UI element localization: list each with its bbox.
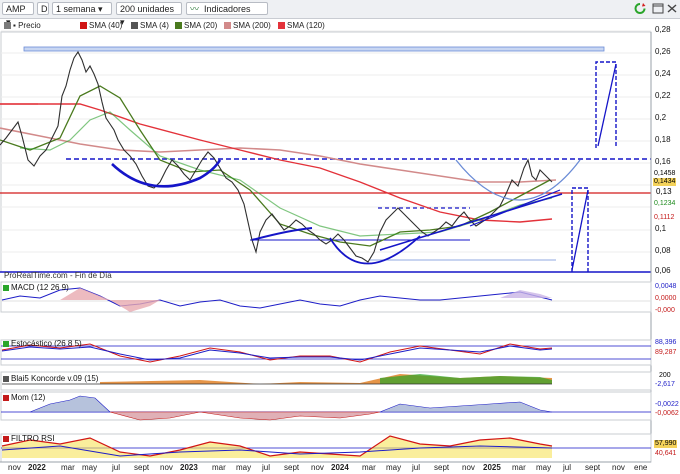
- price-axis-label: 0,06: [655, 266, 671, 275]
- koncorde-value: -2,617: [655, 381, 675, 388]
- panel-title: Mom (12): [11, 393, 46, 402]
- x-axis-label: nov: [612, 463, 625, 472]
- x-axis-label: nov: [311, 463, 324, 472]
- price-axis-label: 0,24: [655, 69, 671, 78]
- mom-title[interactable]: Mom (12): [3, 393, 45, 403]
- sma-price-tag: 0,1234: [654, 200, 676, 207]
- macd-value: 0,0000: [655, 295, 677, 302]
- x-axis-label: may: [536, 463, 552, 472]
- panel-title: MACD (12 26 9): [11, 283, 69, 292]
- x-axis-label: 2025: [483, 463, 501, 472]
- mom-value: -0,0062: [655, 410, 679, 417]
- macd-title[interactable]: MACD (12 26 9): [3, 283, 69, 293]
- koncorde-value: 200: [659, 372, 671, 379]
- x-axis-label: mar: [61, 463, 75, 472]
- price-axis-label: 0,28: [655, 25, 671, 34]
- resistance-band: [23, 46, 605, 52]
- price-axis-label: 0,2: [655, 113, 667, 122]
- mom-value: -0,0022: [655, 401, 679, 408]
- price-axis-label: 0,18: [655, 135, 671, 144]
- price-tag: 0,1458: [653, 170, 677, 178]
- x-axis-label: jul: [412, 463, 421, 472]
- x-axis-label: sept: [284, 463, 300, 472]
- x-axis-label: mar: [512, 463, 526, 472]
- panel-swatch: [3, 376, 9, 382]
- rsi-value: 57,990: [654, 440, 678, 448]
- stoch-value: 89,287: [655, 349, 677, 356]
- x-axis-label: jul: [112, 463, 121, 472]
- current-price-tag: 0,1434: [653, 178, 677, 186]
- panel-title: Blai5 Koncorde v.09 (15): [11, 374, 99, 383]
- price-axis-label: 0,16: [655, 157, 671, 166]
- x-axis-label: may: [236, 463, 252, 472]
- x-axis-label: nov: [8, 463, 21, 472]
- x-axis-label: sept: [434, 463, 450, 472]
- x-axis-label: nov: [462, 463, 475, 472]
- panel-swatch: [3, 285, 9, 291]
- price-axis-label: 0,26: [655, 47, 671, 56]
- x-axis-label: may: [82, 463, 98, 472]
- price-axis-label: 0,08: [655, 246, 671, 255]
- rsi-value: 40,641: [655, 450, 677, 457]
- panel-swatch: [3, 436, 9, 442]
- koncorde-panel: [0, 371, 652, 391]
- panel-title: FILTRO RSI: [11, 434, 55, 443]
- x-axis-label: 2023: [180, 463, 198, 472]
- x-axis-label: ene: [634, 463, 648, 472]
- panel-swatch: [3, 395, 9, 401]
- x-axis-label: 2024: [331, 463, 349, 472]
- price-axis-label: 0,22: [655, 91, 671, 100]
- x-axis-label: nov: [160, 463, 173, 472]
- x-axis-label: may: [386, 463, 402, 472]
- price-panel: [0, 31, 652, 273]
- stoch-title[interactable]: Estocástico (26 8 5): [3, 339, 82, 349]
- x-axis-label: sept: [585, 463, 601, 472]
- panel-swatch: [3, 341, 9, 347]
- x-axis-label: jul: [563, 463, 572, 472]
- stoch-value: 88,396: [655, 339, 677, 346]
- macd-value: -0,000: [655, 307, 675, 314]
- x-axis-label: sept: [134, 463, 150, 472]
- x-axis-label: mar: [362, 463, 376, 472]
- price-axis-label: 0,1: [655, 224, 667, 233]
- stoch-panel: [0, 339, 652, 366]
- x-axis-label: 2022: [28, 463, 46, 472]
- panel-title: Estocástico (26 8 5): [11, 339, 82, 348]
- rsi-title[interactable]: FILTRO RSI: [3, 434, 54, 444]
- macd-value: 0,0048: [655, 283, 677, 290]
- koncorde-title[interactable]: Blai5 Koncorde v.09 (15): [3, 374, 98, 384]
- x-axis-label: mar: [212, 463, 226, 472]
- x-axis-label: jul: [262, 463, 271, 472]
- price-tag: 0,13: [656, 187, 672, 196]
- source-text: ProRealTime.com - Fin de Día: [4, 271, 112, 280]
- sma-price-tag: 0,1112: [654, 214, 675, 221]
- chart-canvas[interactable]: [0, 0, 680, 474]
